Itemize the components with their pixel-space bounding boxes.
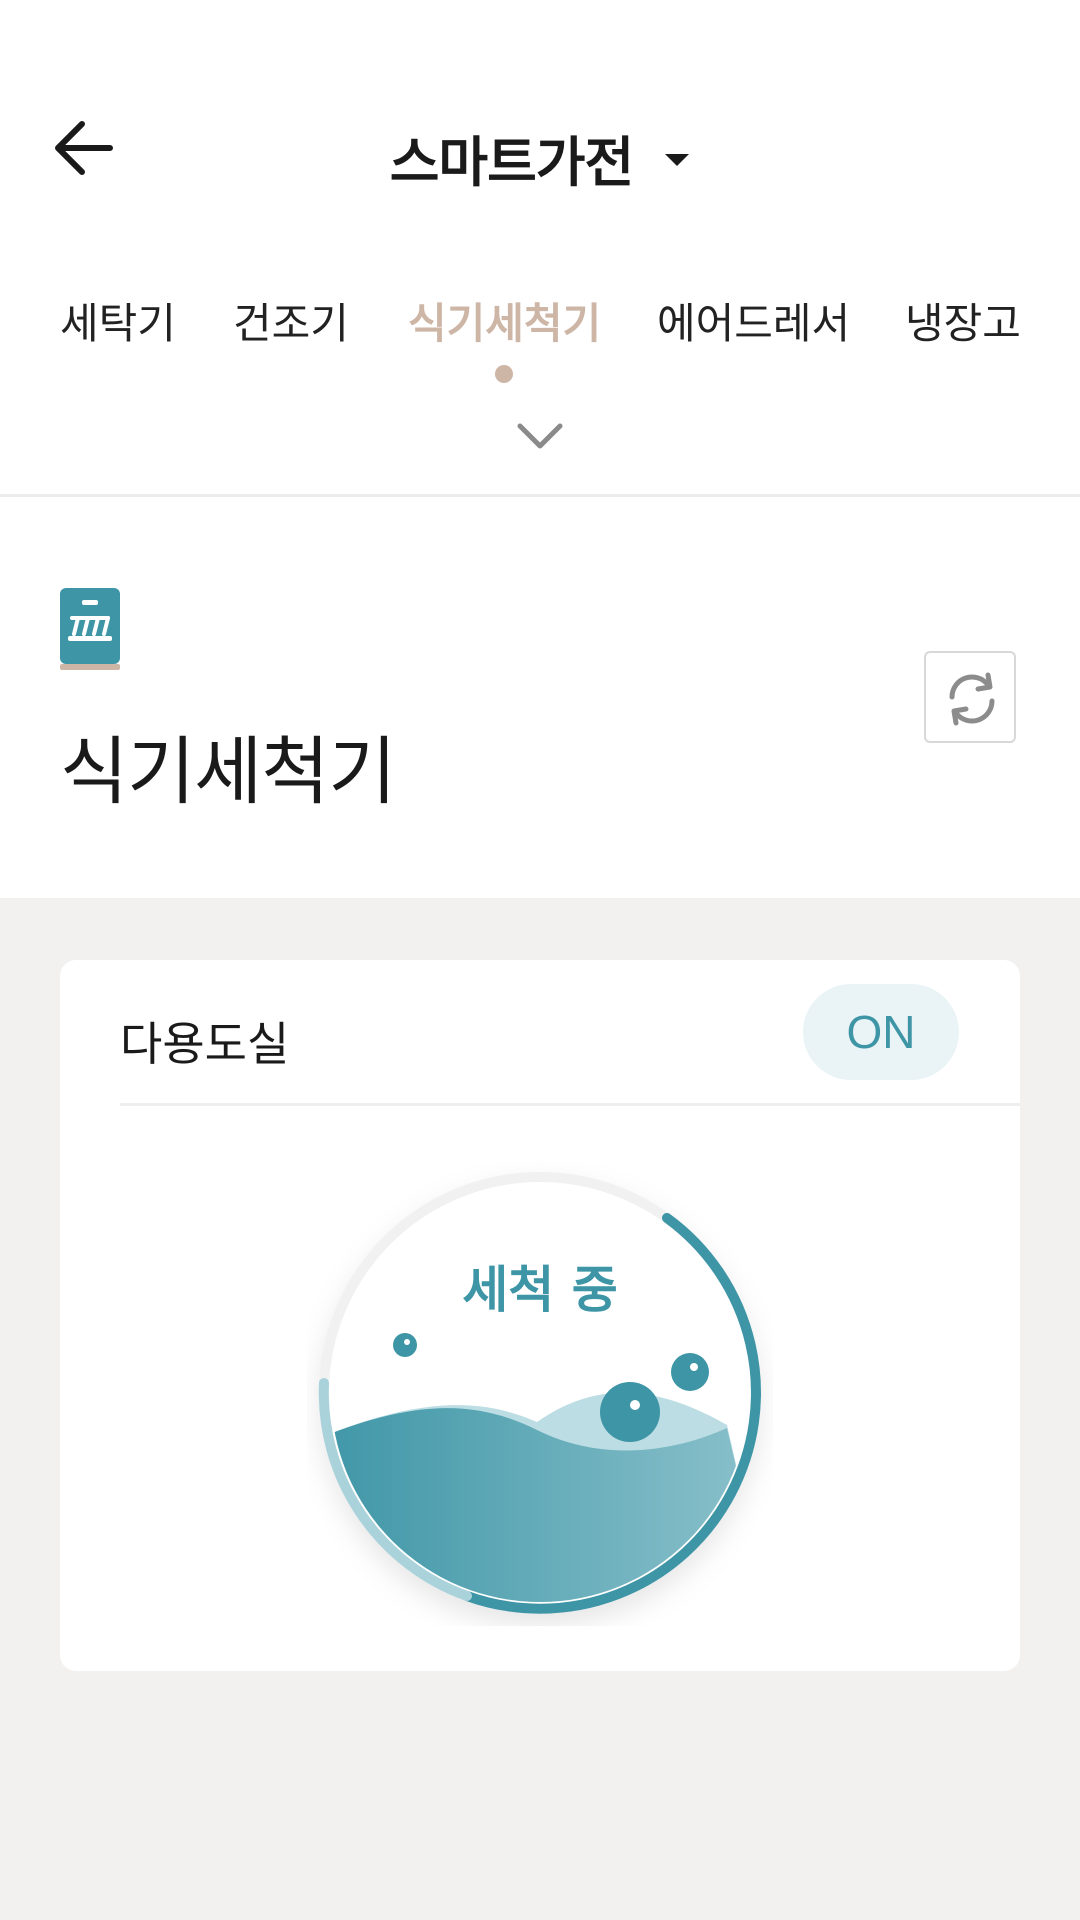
room-name: 다용도실	[120, 1017, 290, 1071]
refresh-button[interactable]	[924, 651, 1016, 743]
tab-dishwasher[interactable]: 식기세척기	[408, 290, 601, 351]
bubble-medium	[671, 1353, 709, 1391]
room-status-card: 다용도실 ON 세척 중	[60, 960, 1020, 1671]
caret-down-icon	[665, 153, 690, 166]
wash-progress-gauge	[318, 1172, 761, 1614]
wash-status-label: 세척 중	[462, 1261, 618, 1319]
power-toggle[interactable]: ON	[803, 984, 959, 1080]
refresh-icon	[949, 672, 995, 726]
active-tab-indicator	[495, 365, 513, 383]
chevron-down-icon	[517, 423, 563, 449]
tab-washer[interactable]: 세탁기	[60, 290, 176, 351]
bubble-large	[600, 1382, 660, 1442]
header-divider	[0, 494, 1080, 497]
tab-airdresser[interactable]: 에어드레서	[657, 290, 850, 351]
bubble-small	[393, 1333, 417, 1357]
expand-tabs-button[interactable]	[516, 420, 564, 452]
device-name: 식기세척기	[60, 729, 396, 815]
tab-refrigerator[interactable]: 냉장고	[905, 290, 1021, 351]
page-title: 스마트가전	[389, 131, 634, 194]
water-wave-graphic	[331, 1392, 749, 1602]
bubble-medium-highlight	[690, 1363, 698, 1371]
bubble-small-highlight	[404, 1339, 410, 1345]
card-divider	[120, 1103, 1020, 1106]
tab-dryer[interactable]: 건조기	[233, 290, 349, 351]
category-selector[interactable]: 스마트가전	[0, 118, 1080, 197]
device-header-panel: 스마트가전 세탁기 건조기 식기세척기 에어드레서 냉장고 식기세척기	[0, 0, 1080, 898]
dishwasher-icon	[60, 588, 120, 672]
device-tab-bar: 세탁기 건조기 식기세척기 에어드레서 냉장고	[0, 290, 1080, 350]
bubble-large-highlight	[630, 1400, 640, 1410]
